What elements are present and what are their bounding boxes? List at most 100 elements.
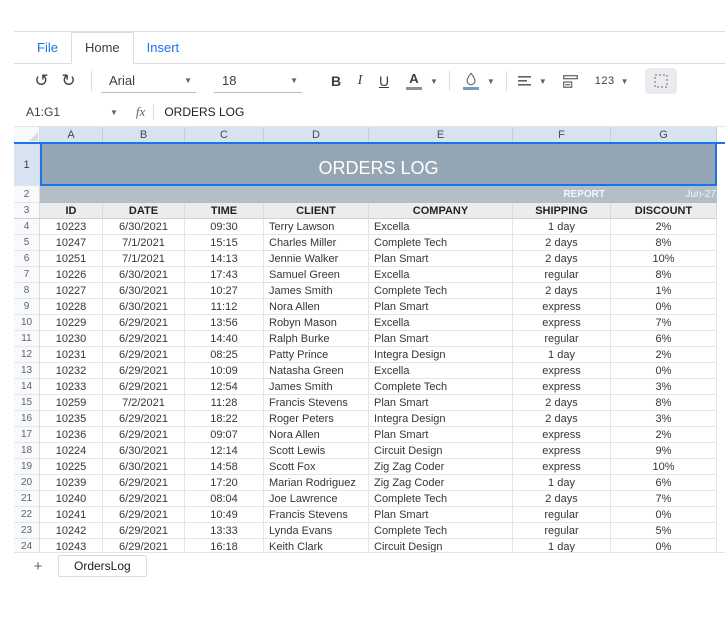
- row-header-2[interactable]: 2: [14, 186, 40, 203]
- borders-button[interactable]: [644, 68, 677, 94]
- data-cell[interactable]: 6/29/2021: [103, 523, 185, 539]
- data-cell[interactable]: Plan Smart: [369, 299, 513, 315]
- data-cell[interactable]: 17:20: [185, 475, 264, 491]
- data-cell[interactable]: 10:09: [185, 363, 264, 379]
- data-cell[interactable]: Lynda Evans: [264, 523, 369, 539]
- data-cell[interactable]: Plan Smart: [369, 427, 513, 443]
- data-cell[interactable]: 12:54: [185, 379, 264, 395]
- data-cell[interactable]: 08:25: [185, 347, 264, 363]
- data-cell[interactable]: 5%: [611, 523, 717, 539]
- data-cell[interactable]: 6/29/2021: [103, 491, 185, 507]
- data-cell[interactable]: 6%: [611, 475, 717, 491]
- data-cell[interactable]: 13:33: [185, 523, 264, 539]
- data-cell[interactable]: 10242: [40, 523, 103, 539]
- horizontal-align-button[interactable]: ▼: [517, 75, 547, 87]
- data-cell[interactable]: 12:14: [185, 443, 264, 459]
- data-cell[interactable]: Integra Design: [369, 411, 513, 427]
- data-cell[interactable]: 14:58: [185, 459, 264, 475]
- title-cell[interactable]: ORDERS LOG: [40, 144, 717, 186]
- column-header-A[interactable]: A: [40, 127, 103, 142]
- data-cell[interactable]: 10223: [40, 219, 103, 235]
- row-header-23[interactable]: 23: [14, 523, 40, 539]
- data-cell[interactable]: 10240: [40, 491, 103, 507]
- row-header-15[interactable]: 15: [14, 395, 40, 411]
- row-header-16[interactable]: 16: [14, 411, 40, 427]
- add-sheet-button[interactable]: +: [26, 558, 50, 575]
- data-cell[interactable]: 08:04: [185, 491, 264, 507]
- data-cell[interactable]: Keith Clark: [264, 539, 369, 552]
- data-cell[interactable]: Francis Stevens: [264, 395, 369, 411]
- data-cell[interactable]: express: [513, 459, 611, 475]
- data-cell[interactable]: 8%: [611, 395, 717, 411]
- data-cell[interactable]: express: [513, 443, 611, 459]
- column-header-C[interactable]: C: [185, 127, 264, 142]
- data-cell[interactable]: Terry Lawson: [264, 219, 369, 235]
- data-cell[interactable]: Roger Peters: [264, 411, 369, 427]
- data-cell[interactable]: Plan Smart: [369, 507, 513, 523]
- row-header-8[interactable]: 8: [14, 283, 40, 299]
- data-cell[interactable]: 10243: [40, 539, 103, 552]
- data-cell[interactable]: Nora Allen: [264, 427, 369, 443]
- data-cell[interactable]: 10:49: [185, 507, 264, 523]
- header-cell-company[interactable]: COMPANY: [369, 203, 513, 219]
- row-header-20[interactable]: 20: [14, 475, 40, 491]
- data-cell[interactable]: 0%: [611, 363, 717, 379]
- data-cell[interactable]: Natasha Green: [264, 363, 369, 379]
- data-cell[interactable]: Robyn Mason: [264, 315, 369, 331]
- data-cell[interactable]: 2 days: [513, 411, 611, 427]
- header-cell-date[interactable]: DATE: [103, 203, 185, 219]
- data-cell[interactable]: regular: [513, 523, 611, 539]
- redo-button[interactable]: ↻: [55, 68, 82, 94]
- data-cell[interactable]: 2 days: [513, 235, 611, 251]
- data-cell[interactable]: 6/29/2021: [103, 379, 185, 395]
- row-header-17[interactable]: 17: [14, 427, 40, 443]
- data-cell[interactable]: 10225: [40, 459, 103, 475]
- data-cell[interactable]: Scott Lewis: [264, 443, 369, 459]
- data-cell[interactable]: Plan Smart: [369, 251, 513, 267]
- underline-button[interactable]: U: [372, 68, 396, 94]
- data-cell[interactable]: Francis Stevens: [264, 507, 369, 523]
- data-cell[interactable]: James Smith: [264, 283, 369, 299]
- report-date-cell[interactable]: Jun-27: [611, 186, 717, 203]
- data-cell[interactable]: 14:13: [185, 251, 264, 267]
- data-cell[interactable]: 2%: [611, 347, 717, 363]
- data-cell[interactable]: James Smith: [264, 379, 369, 395]
- data-cell[interactable]: 6/29/2021: [103, 315, 185, 331]
- data-cell[interactable]: Plan Smart: [369, 395, 513, 411]
- data-cell[interactable]: 13:56: [185, 315, 264, 331]
- data-cell[interactable]: 10232: [40, 363, 103, 379]
- row-header-24[interactable]: 24: [14, 539, 40, 552]
- data-cell[interactable]: 10%: [611, 459, 717, 475]
- data-cell[interactable]: 6%: [611, 331, 717, 347]
- data-cell[interactable]: 8%: [611, 267, 717, 283]
- data-cell[interactable]: 7/1/2021: [103, 251, 185, 267]
- data-cell[interactable]: 1 day: [513, 475, 611, 491]
- data-cell[interactable]: Complete Tech: [369, 283, 513, 299]
- sheet-tab-orderslog[interactable]: OrdersLog: [58, 555, 147, 577]
- data-cell[interactable]: Samuel Green: [264, 267, 369, 283]
- data-cell[interactable]: 3%: [611, 379, 717, 395]
- data-cell[interactable]: Zig Zag Coder: [369, 475, 513, 491]
- data-cell[interactable]: 0%: [611, 539, 717, 552]
- tab-insert[interactable]: Insert: [134, 33, 193, 63]
- row-header-10[interactable]: 10: [14, 315, 40, 331]
- data-cell[interactable]: 17:43: [185, 267, 264, 283]
- data-cell[interactable]: 7%: [611, 491, 717, 507]
- data-cell[interactable]: Complete Tech: [369, 523, 513, 539]
- data-cell[interactable]: Excella: [369, 267, 513, 283]
- data-cell[interactable]: 6/30/2021: [103, 219, 185, 235]
- data-cell[interactable]: Complete Tech: [369, 379, 513, 395]
- data-cell[interactable]: express: [513, 299, 611, 315]
- row-header-5[interactable]: 5: [14, 235, 40, 251]
- data-cell[interactable]: Patty Prince: [264, 347, 369, 363]
- data-cell[interactable]: 2 days: [513, 283, 611, 299]
- row-header-11[interactable]: 11: [14, 331, 40, 347]
- header-cell-id[interactable]: ID: [40, 203, 103, 219]
- data-cell[interactable]: 8%: [611, 235, 717, 251]
- data-cell[interactable]: 6/29/2021: [103, 427, 185, 443]
- row-header-4[interactable]: 4: [14, 219, 40, 235]
- data-cell[interactable]: Ralph Burke: [264, 331, 369, 347]
- text-color-button[interactable]: A ▼: [404, 72, 438, 90]
- row-header-22[interactable]: 22: [14, 507, 40, 523]
- data-cell[interactable]: 18:22: [185, 411, 264, 427]
